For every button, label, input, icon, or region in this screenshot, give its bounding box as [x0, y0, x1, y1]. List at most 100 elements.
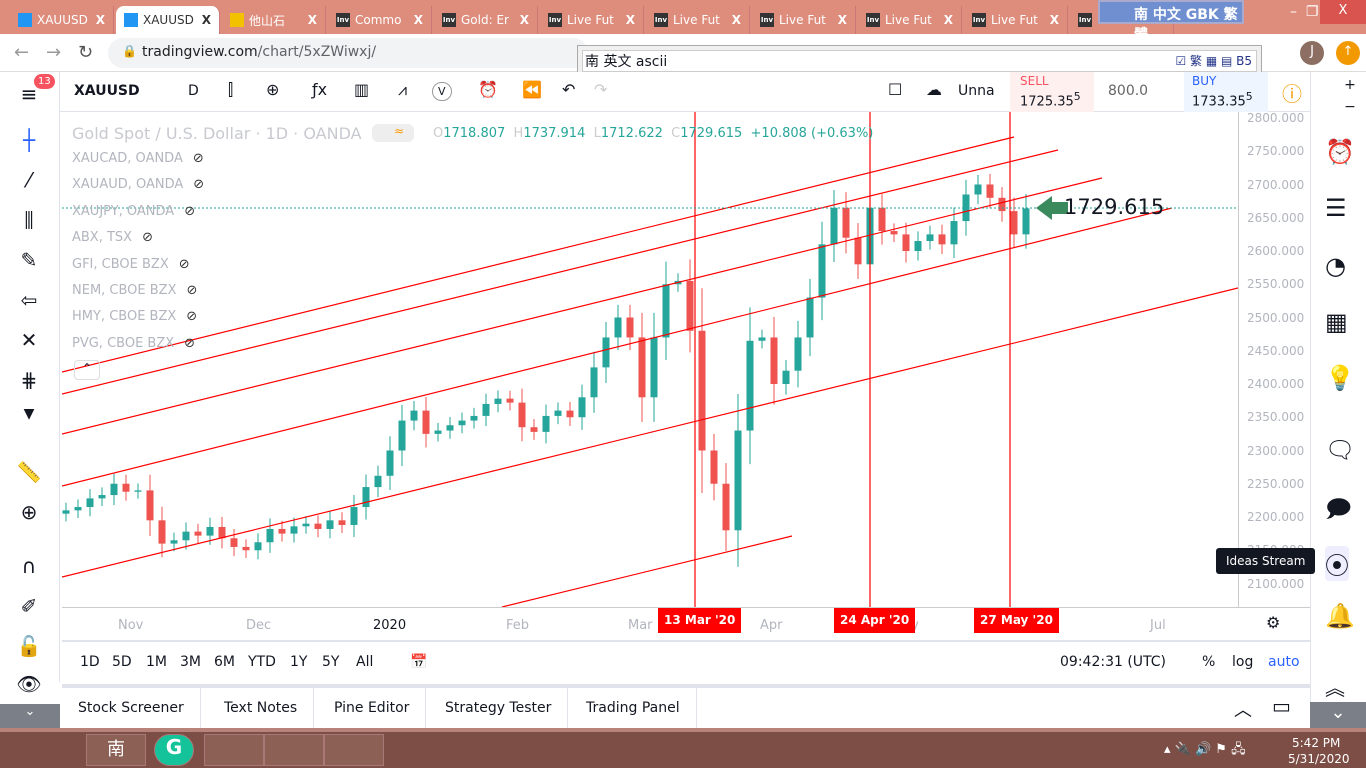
indicators-icon[interactable]: ƒx: [312, 80, 327, 99]
double-chevron-icon[interactable]: ︽: [1325, 672, 1345, 701]
watchlist-icon[interactable]: ☰: [1325, 194, 1347, 222]
range-button-5y[interactable]: 5Y: [322, 654, 339, 670]
arrow-shape-icon[interactable]: ⇦: [14, 288, 44, 312]
collapse-legend-button[interactable]: ⌃: [74, 360, 100, 380]
percent-toggle[interactable]: %: [1202, 654, 1215, 670]
browser-tab[interactable]: Inv Live Fut X: [858, 6, 962, 34]
url-input[interactable]: 🔒 tradingview.com/chart/5xZWiwxj/: [108, 38, 588, 68]
ideas-stream-icon[interactable]: ⦿: [1325, 546, 1349, 581]
alarm-clock-icon[interactable]: ⏰: [1325, 138, 1355, 166]
channel-line[interactable]: [62, 149, 1059, 395]
compare-symbol[interactable]: ABX, TSX ⊘: [72, 230, 153, 245]
maximize-panel-icon[interactable]: ▭: [1272, 694, 1291, 718]
reload-icon[interactable]: ↻: [78, 42, 93, 63]
more-tools-icon[interactable]: ▼: [14, 406, 44, 422]
replay-icon[interactable]: ⏪: [522, 80, 542, 99]
interval-button[interactable]: D: [188, 83, 199, 99]
sell-button[interactable]: SELL 1725.355: [1010, 72, 1094, 112]
compare-symbol[interactable]: HMY, CBOE BZX ⊘: [72, 309, 197, 324]
range-button-1m[interactable]: 1M: [146, 654, 167, 670]
window-close-button[interactable]: X: [1320, 0, 1366, 24]
hidden-eye-icon[interactable]: ⊘: [187, 283, 198, 298]
chats-icon[interactable]: 🗨: [1325, 436, 1355, 464]
panel-tab[interactable]: Text Notes: [208, 688, 315, 728]
browser-tab[interactable]: Inv Commo X: [328, 6, 432, 34]
calendar-icon[interactable]: ▦: [1325, 308, 1348, 336]
explorer-icon[interactable]: [20, 734, 80, 766]
chrome-icon-1[interactable]: [204, 734, 264, 766]
messages-icon[interactable]: 🗩: [1325, 492, 1352, 533]
avatar[interactable]: J: [1300, 41, 1324, 65]
range-button-all[interactable]: All: [356, 654, 373, 670]
scroll-down-button[interactable]: ⌄: [1310, 702, 1366, 728]
buy-button[interactable]: BUY 1733.355: [1184, 72, 1268, 112]
ime-icons[interactable]: ☑ 繁 ▦ ▤ B5: [1175, 52, 1252, 69]
ideas-icon[interactable]: 💡: [1325, 364, 1355, 392]
hidden-eye-icon[interactable]: ⊘: [179, 257, 190, 272]
range-button-1y[interactable]: 1Y: [290, 654, 307, 670]
browser-tab[interactable]: XAUUSD X: [116, 6, 220, 34]
chart-area[interactable]: [62, 112, 1238, 607]
update-icon[interactable]: ↑: [1336, 41, 1360, 65]
tab-close-button[interactable]: X: [308, 13, 317, 27]
chrome-icon-2[interactable]: [324, 734, 384, 766]
hidden-eye-icon[interactable]: ⊘: [193, 177, 204, 192]
compare-symbol[interactable]: GFI, CBOE BZX ⊘: [72, 257, 190, 272]
forward-icon[interactable]: →: [46, 42, 61, 63]
tab-close-button[interactable]: X: [838, 13, 847, 27]
hidden-eye-icon[interactable]: ⊘: [142, 230, 153, 245]
browser-tab[interactable]: Inv Live Fut X: [646, 6, 750, 34]
range-button-1d[interactable]: 1D: [80, 654, 100, 670]
redo-icon[interactable]: ↷: [594, 80, 607, 99]
channel-line[interactable]: [62, 207, 1173, 487]
time-axis[interactable]: ⚙ NovDec2020FebMarAprMayJunJul13 Mar '20…: [62, 607, 1310, 637]
trend-line-icon[interactable]: ⁄: [14, 168, 44, 192]
range-button-5d[interactable]: 5D: [112, 654, 132, 670]
chevron-up-icon[interactable]: ︿: [1234, 696, 1252, 722]
candle-type-icon[interactable]: ⫿: [228, 80, 233, 100]
hidden-eye-icon[interactable]: ⊘: [184, 336, 195, 351]
templates-icon[interactable]: ▥: [354, 80, 369, 99]
pitchfork-icon[interactable]: ⫼: [14, 208, 44, 232]
channel-line[interactable]: [62, 287, 1238, 578]
tab-close-button[interactable]: X: [626, 13, 635, 27]
hidden-eye-icon[interactable]: ⊘: [186, 309, 197, 324]
undo-icon[interactable]: ↶: [562, 80, 575, 99]
layout-name[interactable]: Unna: [958, 83, 995, 99]
data-window-icon[interactable]: ◔: [1325, 252, 1346, 280]
fullscreen-icon[interactable]: ☐: [888, 80, 902, 99]
compare-symbol[interactable]: XAUCAD, OANDA ⊘: [72, 151, 204, 166]
compare-icon[interactable]: ⊕: [266, 80, 279, 99]
cloud-icon[interactable]: ☁: [926, 80, 942, 99]
tab-close-button[interactable]: X: [96, 13, 105, 27]
panel-tab[interactable]: Strategy Tester: [429, 688, 569, 728]
tab-close-button[interactable]: X: [414, 13, 423, 27]
magnet-icon[interactable]: ∩: [14, 554, 44, 578]
tab-close-button[interactable]: X: [202, 13, 211, 27]
zoom-buttons[interactable]: + −: [1340, 74, 1360, 118]
forecast-icon[interactable]: ⋕: [14, 368, 44, 392]
goto-date-icon[interactable]: 📅: [410, 654, 427, 670]
panel-tab[interactable]: Stock Screener: [62, 688, 201, 728]
files-icon[interactable]: [264, 734, 324, 766]
bell-icon[interactable]: 🔔: [1325, 602, 1355, 630]
pattern-icon[interactable]: ✕: [14, 328, 44, 352]
range-button-6m[interactable]: 6M: [214, 654, 235, 670]
compare-symbol[interactable]: XAUAUD, OANDA ⊘: [72, 177, 204, 192]
auto-toggle[interactable]: auto: [1268, 654, 1300, 670]
unlock-icon[interactable]: 🔓: [14, 634, 44, 658]
alert-icon[interactable]: ⏰: [478, 80, 498, 99]
tray-icons[interactable]: ▴ 🔌 🔊 ⚑ 🖧: [1164, 740, 1246, 762]
tab-close-button[interactable]: X: [520, 13, 529, 27]
browser-tab[interactable]: Inv Live Fut X: [964, 6, 1068, 34]
log-toggle[interactable]: log: [1232, 654, 1253, 670]
collapse-icon[interactable]: ⌄: [0, 704, 60, 728]
symbol-search[interactable]: XAUUSD: [74, 83, 140, 99]
v-icon[interactable]: V: [432, 82, 452, 101]
price-axis[interactable]: 2800.000 2750.000 2700.000 2650.000 2600.000…: [1238, 111, 1310, 607]
tab-close-button[interactable]: X: [1050, 13, 1059, 27]
channel-line[interactable]: [501, 535, 793, 607]
panel-tab[interactable]: Pine Editor: [318, 688, 427, 728]
browser-tab[interactable]: Inv Gold: Er X: [434, 6, 538, 34]
eye-icon[interactable]: 👁: [14, 672, 44, 696]
